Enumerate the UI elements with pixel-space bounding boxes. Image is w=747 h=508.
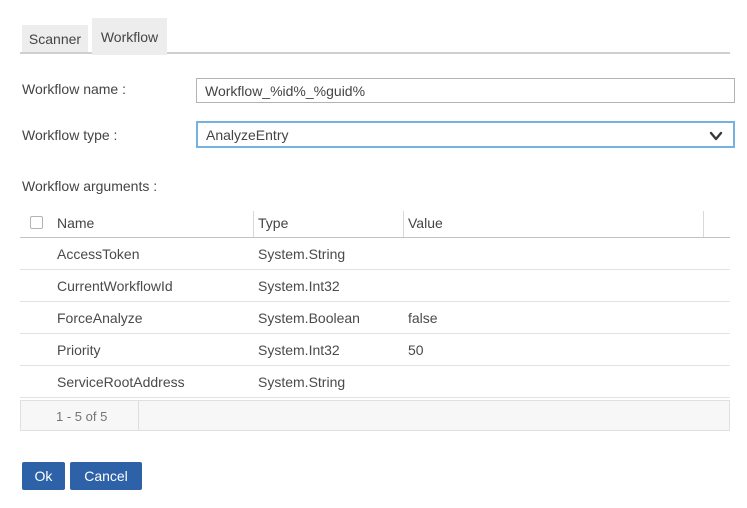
workflow-type-select[interactable]: AnalyzeEntry [196,121,735,148]
workflow-arguments-label: Workflow arguments : [22,178,157,194]
table-row[interactable]: ServiceRootAddress System.String [20,366,730,398]
argument-name: Priority [57,342,101,358]
argument-name: ForceAnalyze [57,310,143,326]
workflow-type-selected-value: AnalyzeEntry [206,127,288,143]
cancel-button[interactable]: Cancel [70,462,142,490]
column-divider [403,211,404,237]
argument-name: AccessToken [57,246,139,262]
column-header-value[interactable]: Value [408,215,443,231]
argument-type: System.String [258,246,345,262]
argument-type: System.Boolean [258,310,360,326]
argument-name: CurrentWorkflowId [57,278,173,294]
pagination-divider [138,401,139,430]
workflow-type-label: Workflow type : [22,127,117,143]
table-row[interactable]: CurrentWorkflowId System.Int32 [20,270,730,302]
column-divider [253,211,254,237]
column-divider [703,211,704,237]
table-row[interactable]: ForceAnalyze System.Boolean false [20,302,730,334]
argument-type: System.String [258,374,345,390]
column-header-name[interactable]: Name [57,215,94,231]
column-header-type[interactable]: Type [258,215,288,231]
argument-name: ServiceRootAddress [57,374,185,390]
pagination-status: 1 - 5 of 5 [56,409,107,424]
argument-type: System.Int32 [258,278,340,294]
argument-type: System.Int32 [258,342,340,358]
workflow-settings-panel: Scanner Workflow Workflow name : Workflo… [0,0,747,508]
workflow-name-input[interactable] [196,78,735,103]
workflow-name-label: Workflow name : [22,81,126,97]
tab-workflow[interactable]: Workflow [92,18,167,55]
argument-value: false [408,310,438,326]
table-row[interactable]: Priority System.Int32 50 [20,334,730,366]
select-all-checkbox[interactable] [30,216,43,229]
ok-button[interactable]: Ok [22,462,65,490]
table-pagination-bar: 1 - 5 of 5 [20,400,730,431]
chevron-down-icon [709,129,723,146]
argument-value: 50 [408,342,424,358]
tab-scanner[interactable]: Scanner [22,25,88,52]
table-row[interactable]: AccessToken System.String [20,238,730,270]
arguments-table-header: Name Type Value [20,208,730,238]
